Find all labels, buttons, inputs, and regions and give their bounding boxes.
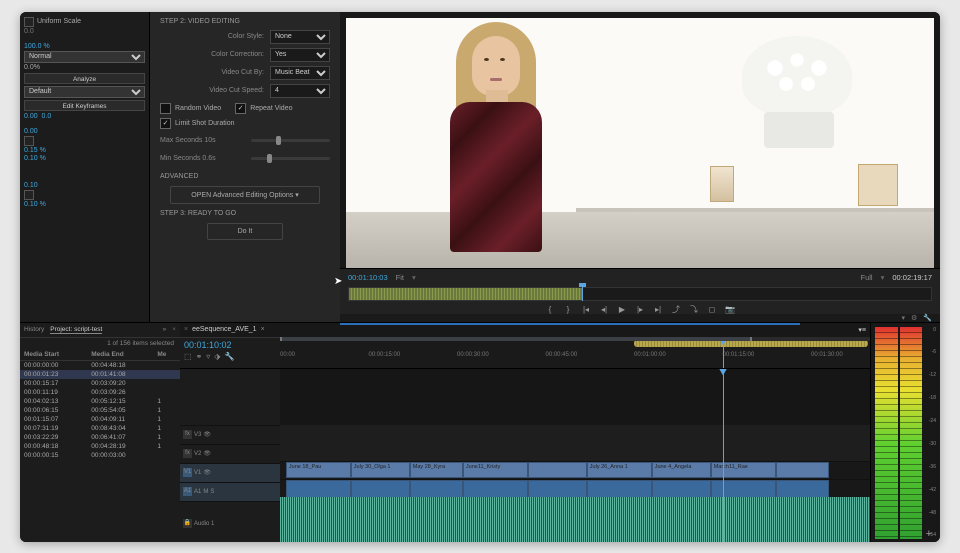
ruler-tick: 00:01:30:00 — [811, 352, 843, 358]
opacity-value[interactable]: 100.0 % — [24, 43, 145, 50]
ruler-tick: 00:00 — [280, 352, 295, 358]
table-row[interactable]: 00:00:11:1900:03:09:26 — [20, 388, 180, 397]
do-it-button[interactable]: Do It — [207, 223, 284, 240]
timeline-timecode[interactable]: 00:01:10:02 — [184, 340, 276, 350]
project-panel: History Project: script-test »× 1 of 156… — [20, 323, 180, 542]
settings-icon[interactable]: ⬗ — [214, 352, 220, 361]
step3-header: STEP 3: READY TO GO — [160, 210, 330, 217]
timeline-playhead-indicator[interactable] — [723, 338, 724, 368]
color-style-select[interactable]: None — [270, 30, 330, 44]
edit-keyframes-button[interactable]: Edit Keyframes — [24, 100, 145, 111]
ruler-tick: 00:00:45:00 — [546, 352, 578, 358]
ruler-tick: 00:00:15:00 — [369, 352, 401, 358]
limit-shot-checkbox[interactable]: ✓ — [160, 118, 171, 129]
ruler-tick: 00:01:15:00 — [723, 352, 755, 358]
in-out-bar[interactable] — [280, 337, 870, 341]
project-tab[interactable]: Project: script-test — [50, 326, 102, 334]
video-clip[interactable] — [528, 462, 587, 478]
preset-select[interactable]: Default — [24, 86, 145, 98]
project-table[interactable]: Media StartMedia EndMe 00:00:00:0000:04:… — [20, 349, 180, 460]
track-header-a1[interactable]: A1A1MS — [180, 483, 280, 502]
track-header-v2[interactable]: fxV2👁 — [180, 445, 280, 464]
table-row[interactable]: 00:01:15:0700:04:09:111 — [20, 415, 180, 424]
random-video-checkbox[interactable] — [160, 103, 171, 114]
history-tab[interactable]: History — [24, 326, 44, 333]
program-playhead[interactable] — [582, 287, 583, 301]
timeline-panel: ×eeSequence_AVE_1×▾≡ 00:01:10:02 ⬚ ⚭ ▿ ⬗… — [180, 323, 870, 542]
table-row[interactable]: 00:00:48:1800:04:28:191 — [20, 442, 180, 451]
video-clip[interactable] — [776, 462, 829, 478]
video-clip[interactable]: July 26_Anna 1 — [587, 462, 652, 478]
zero-pct: 0.0% — [24, 64, 145, 71]
audio-meters: 0-6-12-18-24-30-36-42-48-54 — [870, 323, 940, 542]
settings-icon[interactable]: ⚙ — [911, 314, 917, 322]
advanced-header: ADVANCED — [160, 173, 330, 180]
ruler-tick: 00:01:00:00 — [634, 352, 666, 358]
blend-mode-select[interactable]: Normal — [24, 51, 145, 63]
premiere-app: Uniform Scale 0.0 100.0 % Normal 0.0% An… — [20, 12, 940, 542]
video-cut-by-select[interactable]: Music Beat — [270, 66, 330, 80]
table-row[interactable]: 00:00:15:1700:03:09:20 — [20, 379, 180, 388]
wrench-icon[interactable]: 🔧 — [923, 314, 932, 322]
uniform-scale-row[interactable]: Uniform Scale — [24, 17, 145, 27]
marker-icon[interactable]: ▿ — [206, 352, 210, 361]
snap-icon[interactable]: ⬚ — [184, 352, 192, 361]
timeline-playhead[interactable] — [723, 369, 724, 542]
linked-selection-icon[interactable]: ⚭ — [196, 352, 203, 361]
video-editing-panel: STEP 2: VIDEO EDITING Color Style:None C… — [150, 12, 340, 322]
video-clip[interactable]: May 28_Kyra — [410, 462, 463, 478]
button-editor-icon[interactable]: + — [926, 528, 932, 540]
analyze-button[interactable]: Analyze — [24, 73, 145, 84]
video-clip[interactable]: July 30_Olga 1 — [351, 462, 410, 478]
audio-meter-right — [900, 327, 923, 539]
flowers-prop — [742, 36, 852, 116]
max-seconds-slider[interactable] — [251, 139, 330, 142]
program-monitor-canvas[interactable] — [346, 18, 934, 268]
table-row[interactable]: 00:00:01:2300:01:41:08 — [20, 370, 180, 379]
ruler-tick: 00:00:30:00 — [457, 352, 489, 358]
track-header-v3[interactable]: fxV3👁 — [180, 426, 280, 445]
min-seconds-slider[interactable] — [251, 157, 330, 160]
gucci-box-prop — [858, 164, 898, 206]
timeline-track-area[interactable]: June 18_PauJuly 30_Olga 1May 28_KyraJune… — [280, 369, 870, 542]
program-playbar: 00:01:10:03 Fit▾ Full▾ 00:02:19:17 { } |… — [340, 268, 940, 314]
table-row[interactable]: 00:00:00:1500:00:03:00 — [20, 451, 180, 460]
table-row[interactable]: 00:00:06:1500:05:54:051 — [20, 406, 180, 415]
table-row[interactable]: 00:00:00:0000:04:48:18 — [20, 360, 180, 370]
program-timecode-left[interactable]: 00:01:10:03 — [348, 273, 388, 282]
step2-header: STEP 2: VIDEO EDITING — [160, 18, 330, 25]
effect-controls-panel: Uniform Scale 0.0 100.0 % Normal 0.0% An… — [20, 12, 150, 322]
work-area-bar[interactable] — [634, 340, 868, 347]
color-correction-select[interactable]: Yes — [270, 48, 330, 62]
video-clip[interactable]: June11_Kristy — [463, 462, 528, 478]
open-advanced-button[interactable]: OPEN Advanced Editing Options ▾ — [170, 186, 319, 204]
table-row[interactable]: 00:07:31:1900:08:43:041 — [20, 424, 180, 433]
track-headers: fxV3👁 fxV2👁 V1V1👁 A1A1MS 🔒Audio 1 🔒Audio… — [180, 369, 280, 542]
table-row[interactable]: 00:04:02:1300:05:12:151 — [20, 397, 180, 406]
video-clip[interactable]: March11_Rae — [711, 462, 776, 478]
program-monitor: 00:01:10:03 Fit▾ Full▾ 00:02:19:17 { } |… — [340, 12, 940, 322]
timeline-ruler[interactable]: 00:00 00:00:15:00 00:00:30:00 00:00:45:00 00… — [280, 338, 870, 368]
video-cut-speed-select[interactable]: 4 — [270, 84, 330, 98]
wrench-icon[interactable]: 🔧 — [224, 352, 234, 361]
zoom-full[interactable]: Full — [861, 273, 873, 282]
repeat-video-checkbox[interactable]: ✓ — [235, 103, 246, 114]
zoom-fit[interactable]: Fit — [396, 273, 404, 282]
track-header-audio1[interactable]: 🔒Audio 1 — [180, 502, 280, 542]
filter-icon[interactable]: ▾ — [901, 314, 905, 322]
video-clip[interactable]: June 18_Pau — [286, 462, 351, 478]
sequence-tab[interactable]: eeSequence_AVE_1 — [192, 326, 256, 333]
table-row[interactable]: 00:03:22:2900:06:41:071 — [20, 433, 180, 442]
program-scrubber[interactable] — [348, 287, 932, 301]
audio-meter-left — [875, 327, 898, 539]
video-clip[interactable]: June 4_Angela — [652, 462, 711, 478]
perfume-prop — [710, 166, 734, 202]
program-timecode-right: 00:02:19:17 — [892, 273, 932, 282]
items-selected-label: 1 of 156 items selected — [20, 338, 180, 349]
track-header-v1[interactable]: V1V1👁 — [180, 464, 280, 483]
